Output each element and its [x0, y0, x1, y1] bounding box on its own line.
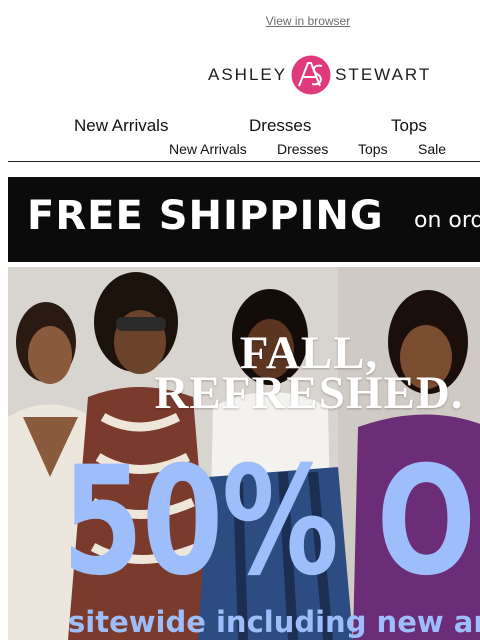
- hero-subtext: sitewide including new arri: [68, 605, 480, 639]
- logo-text-left: ASHLEY: [208, 65, 288, 84]
- hero-discount: 50% OF: [62, 435, 480, 609]
- hero-banner[interactable]: FALL, REFRESHED. 50% OF sitewide includi…: [8, 267, 480, 640]
- ashley-stewart-logo[interactable]: ASHLEY STEWART: [208, 54, 431, 96]
- logo-text-right: STEWART: [335, 65, 432, 84]
- nav-item-dresses[interactable]: Dresses: [249, 116, 311, 136]
- subnav-item-dresses[interactable]: Dresses: [277, 141, 328, 157]
- free-shipping-subtext: on ord: [414, 208, 480, 233]
- subnav-item-new-arrivals[interactable]: New Arrivals: [169, 141, 247, 157]
- hero-headline: FALL, REFRESHED.: [154, 327, 464, 419]
- free-shipping-headline: FREE SHIPPING: [27, 193, 384, 239]
- subnav-item-sale[interactable]: Sale: [418, 141, 446, 157]
- free-shipping-banner[interactable]: FREE SHIPPING on ord: [8, 177, 480, 262]
- view-in-browser-link[interactable]: View in browser: [0, 14, 480, 28]
- nav-divider: [8, 161, 480, 162]
- nav-item-new-arrivals[interactable]: New Arrivals: [74, 116, 168, 136]
- subnav-item-tops[interactable]: Tops: [358, 141, 388, 157]
- nav-item-tops[interactable]: Tops: [391, 116, 427, 136]
- as-monogram-icon: [291, 55, 331, 95]
